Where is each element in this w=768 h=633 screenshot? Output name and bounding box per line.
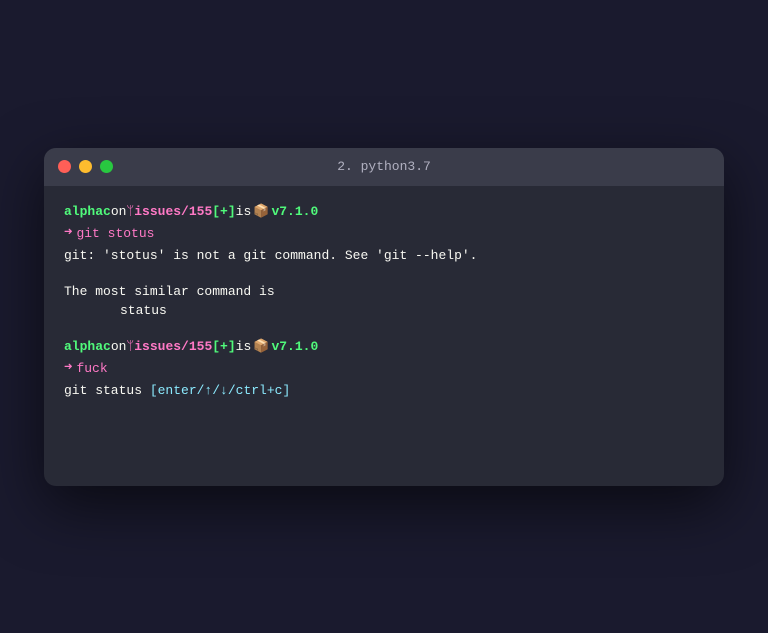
on-text-1: on bbox=[111, 202, 127, 222]
window-title: 2. python3.7 bbox=[337, 159, 431, 174]
branch-name-2: issues/155 bbox=[134, 337, 212, 357]
plus-marker-1: [+] bbox=[212, 202, 235, 222]
blank-line-1 bbox=[64, 266, 704, 282]
suggestion-hint: [enter/↑/↓/ctrl+c] bbox=[150, 383, 290, 398]
pkg-icon-2: 📦 bbox=[253, 337, 269, 357]
arrow-icon-2: ➜ bbox=[64, 358, 72, 379]
branch-icon-2: ᛘ bbox=[126, 337, 134, 357]
branch-name-1: issues/155 bbox=[134, 202, 212, 222]
is-text-1: is bbox=[236, 202, 252, 222]
cmd-line-1: ➜ git stotus bbox=[64, 223, 704, 244]
output-line-3: status bbox=[64, 301, 704, 321]
titlebar: 2. python3.7 bbox=[44, 148, 724, 186]
close-button[interactable] bbox=[58, 160, 71, 173]
suggestion-line: git status [enter/↑/↓/ctrl+c] bbox=[64, 381, 704, 401]
on-text-2: on bbox=[111, 337, 127, 357]
prompt-line-2: alphac on ᛘ issues/155 [+] is 📦 v7.1.0 bbox=[64, 337, 704, 357]
version-1: v7.1.0 bbox=[271, 202, 318, 222]
cmd-text-1: git stotus bbox=[76, 224, 154, 244]
pkg-icon-1: 📦 bbox=[253, 202, 269, 222]
blank-line-2 bbox=[64, 321, 704, 337]
arrow-icon-1: ➜ bbox=[64, 223, 72, 244]
username-2: alphac bbox=[64, 337, 111, 357]
terminal-window: 2. python3.7 alphac on ᛘ issues/155 [+] … bbox=[44, 148, 724, 486]
cmd-line-2: ➜ fuck bbox=[64, 358, 704, 379]
output-line-1: git: 'stotus' is not a git command. See … bbox=[64, 246, 704, 266]
traffic-lights bbox=[58, 160, 113, 173]
plus-marker-2: [+] bbox=[212, 337, 235, 357]
maximize-button[interactable] bbox=[100, 160, 113, 173]
terminal-body[interactable]: alphac on ᛘ issues/155 [+] is 📦 v7.1.0 ➜… bbox=[44, 186, 724, 486]
prompt-line-1: alphac on ᛘ issues/155 [+] is 📦 v7.1.0 bbox=[64, 202, 704, 222]
branch-icon-1: ᛘ bbox=[126, 202, 134, 222]
suggestion-cmd: git status bbox=[64, 383, 142, 398]
minimize-button[interactable] bbox=[79, 160, 92, 173]
output-line-2: The most similar command is bbox=[64, 282, 704, 302]
username-1: alphac bbox=[64, 202, 111, 222]
version-2: v7.1.0 bbox=[271, 337, 318, 357]
cmd-text-2: fuck bbox=[76, 359, 107, 379]
is-text-2: is bbox=[236, 337, 252, 357]
